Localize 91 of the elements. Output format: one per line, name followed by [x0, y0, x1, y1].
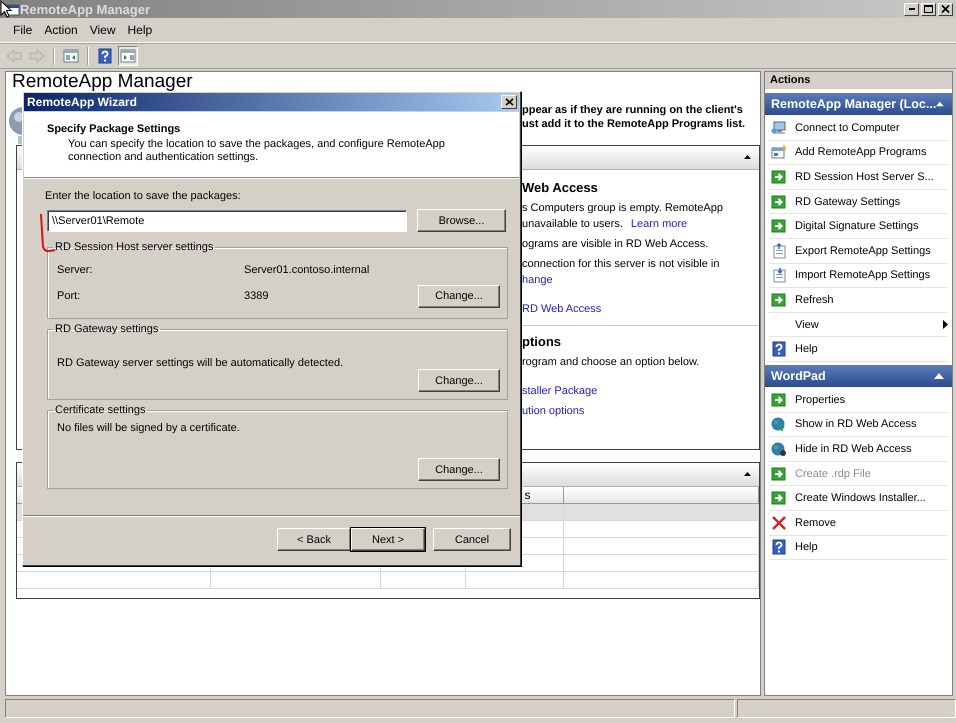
- link[interactable]: hange: [522, 274, 553, 286]
- command-item[interactable]: Properties: [769, 388, 948, 413]
- help-icon: [771, 341, 787, 358]
- section-heading: ptions: [522, 334, 562, 350]
- collapse-icon[interactable]: [744, 472, 751, 476]
- submenu-arrow-icon: [943, 320, 948, 330]
- step-description: You can specify the location to save the packages, and configure RemoteApp connection and authentication settings.: [68, 138, 446, 164]
- setting-label: Server:: [57, 264, 94, 276]
- minimize-icon: [908, 8, 914, 10]
- body-text: ograms are visible in RD Web Access.: [522, 238, 708, 250]
- collapse-icon[interactable]: [934, 372, 944, 379]
- command-item[interactable]: Refresh: [769, 288, 948, 313]
- setting-value: Server01.contoso.internal: [244, 264, 370, 276]
- link[interactable]: Learn more: [630, 218, 688, 230]
- dialog-title: RemoteApp Wizard: [27, 95, 137, 109]
- location-field[interactable]: \\Server01\Remote: [47, 210, 407, 232]
- link[interactable]: staller Package: [522, 385, 598, 397]
- forward-arrow-icon: [29, 48, 45, 64]
- group-title: RemoteApp Manager (Loc...: [771, 97, 936, 111]
- body-text: rogram and choose an option below.: [522, 356, 700, 368]
- setting-value: 3389: [244, 290, 270, 302]
- command-item[interactable]: Create Windows Installer...: [769, 486, 948, 511]
- window-star-icon: [771, 144, 787, 160]
- setting-text: No files will be signed by a certificate.: [57, 422, 241, 434]
- help-icon: [97, 48, 113, 64]
- command-item[interactable]: Show in RD Web Access: [769, 412, 948, 438]
- delete-icon: [771, 514, 787, 531]
- menu-item[interactable]: View: [84, 21, 122, 39]
- link[interactable]: RD Web Access: [522, 303, 602, 315]
- command-item[interactable]: Help: [769, 536, 948, 560]
- command-item[interactable]: Remove: [769, 510, 948, 536]
- command-item[interactable]: Connect to Computer: [769, 116, 948, 141]
- help-icon: [771, 539, 787, 556]
- minimize-button[interactable]: [904, 2, 919, 16]
- maximize-icon: [923, 4, 934, 14]
- group-title: Certificate settings: [54, 404, 146, 416]
- field-label: Enter the location to save the packages:: [45, 190, 242, 202]
- command-item[interactable]: RD Session Host Server S...: [769, 165, 948, 190]
- command-item[interactable]: RD Gateway Settings: [769, 190, 948, 214]
- pane-header: Actions: [765, 72, 952, 90]
- change-button[interactable]: Change...: [418, 284, 500, 308]
- page-heading: RemoteApp Manager: [12, 72, 193, 91]
- change-button[interactable]: Change...: [418, 458, 500, 481]
- step-title: Specify Package Settings: [47, 123, 182, 135]
- column-header-text: s: [524, 488, 530, 502]
- collapse-icon[interactable]: [744, 155, 751, 159]
- column-header[interactable]: [563, 487, 758, 504]
- command-item[interactable]: Help: [769, 337, 948, 362]
- group-title: RD Session Host server settings: [54, 241, 214, 253]
- change-button[interactable]: Change...: [418, 369, 500, 392]
- body-text: connection for this server is not visible in: [522, 258, 720, 270]
- command-item[interactable]: Add RemoteApp Programs: [769, 140, 948, 166]
- collapse-icon[interactable]: [936, 101, 944, 107]
- browse-button[interactable]: Browse...: [417, 209, 506, 232]
- toolbar-button[interactable]: [118, 46, 138, 66]
- menu-item[interactable]: Help: [122, 21, 158, 39]
- wizard-button[interactable]: < Back: [277, 528, 351, 551]
- body-text: unavailable to users.: [522, 218, 623, 230]
- wizard-button[interactable]: Cancel: [433, 528, 511, 551]
- command-item[interactable]: Hide in RD Web Access: [769, 437, 948, 462]
- command-item[interactable]: Export RemoteApp Settings: [769, 238, 948, 264]
- close-button[interactable]: [501, 95, 517, 109]
- command-item[interactable]: Import RemoteApp Settings: [769, 264, 948, 288]
- link[interactable]: ution options: [522, 405, 584, 417]
- window-pane-icon: [63, 48, 79, 64]
- intro-text: ust add it to the RemoteApp Programs list.: [522, 117, 746, 131]
- command-item[interactable]: Digital Signature Settings: [769, 214, 948, 239]
- section-heading: Web Access: [522, 180, 599, 196]
- window-pane-icon: [120, 48, 136, 64]
- menu-item[interactable]: Action: [38, 21, 84, 39]
- window-title: RemoteApp Manager: [20, 2, 150, 16]
- maximize-button[interactable]: [921, 2, 936, 16]
- setting-label: Port:: [57, 290, 82, 302]
- body-text: s Computers group is empty. RemoteApp: [522, 202, 723, 214]
- close-icon: [504, 98, 514, 106]
- computer-icon: [771, 120, 787, 136]
- group-header[interactable]: RemoteApp Manager (Loc...: [765, 93, 952, 115]
- command-item[interactable]: View: [769, 312, 948, 338]
- close-icon: [940, 4, 951, 14]
- menu-item[interactable]: File: [7, 21, 38, 39]
- setting-text: RD Gateway server settings will be automatically detected.: [57, 357, 344, 369]
- cursor-icon: [0, 0, 12, 18]
- back-arrow-icon: [6, 48, 22, 64]
- group-title: WordPad: [771, 368, 826, 383]
- wizard-button[interactable]: Next >: [351, 528, 425, 551]
- globe-icon: [771, 440, 787, 457]
- close-button[interactable]: [938, 2, 953, 16]
- globe-icon: [771, 416, 787, 432]
- group-title: RD Gateway settings: [54, 323, 160, 335]
- intro-text: ppear as if they are running on the client's: [522, 103, 743, 117]
- group-header[interactable]: WordPad: [765, 364, 952, 387]
